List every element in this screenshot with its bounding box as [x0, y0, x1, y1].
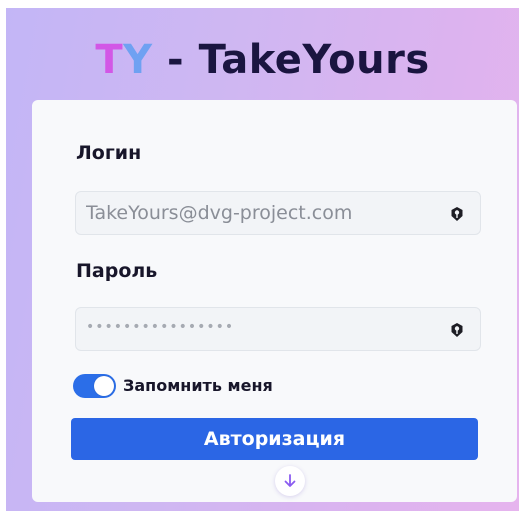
scroll-down-button[interactable]: [275, 466, 305, 496]
key-icon[interactable]: [450, 322, 464, 338]
password-input[interactable]: ••••••••••••••••: [86, 319, 234, 335]
login-button[interactable]: Авторизация: [71, 418, 478, 460]
key-icon[interactable]: [450, 206, 464, 222]
logo-letter-y: Y: [123, 37, 153, 83]
app-title-text: - TakeYours: [152, 37, 430, 83]
background-frame: TY - TakeYours Логин Пароль ••••••••••••…: [6, 8, 519, 511]
login-field[interactable]: [75, 191, 481, 235]
arrow-down-icon: [284, 474, 296, 487]
logo-letter-t: T: [95, 37, 124, 83]
remember-me-label[interactable]: Запомнить меня: [123, 376, 273, 395]
remember-me-toggle[interactable]: [73, 374, 116, 398]
login-label: Логин: [76, 142, 142, 164]
login-input[interactable]: [86, 192, 436, 234]
app-title: TY - TakeYours: [6, 35, 519, 85]
login-card: Логин Пароль •••••••••••••••• Запомнить …: [32, 100, 517, 502]
password-field[interactable]: ••••••••••••••••: [75, 307, 481, 351]
password-label: Пароль: [76, 260, 158, 282]
toggle-knob: [94, 376, 114, 396]
